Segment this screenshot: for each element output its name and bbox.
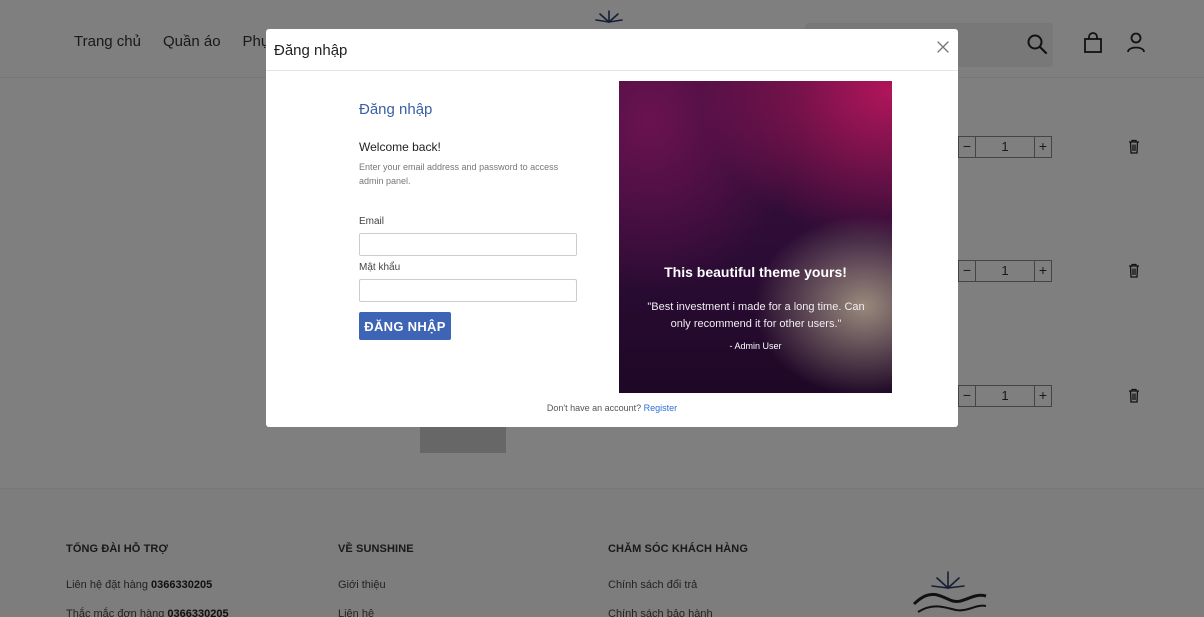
password-field[interactable]: [359, 279, 577, 302]
email-field[interactable]: [359, 233, 577, 256]
form-title: Đăng nhập: [359, 101, 433, 118]
email-label: Email: [359, 216, 385, 227]
promo-panel: This beautiful theme yours! "Best invest…: [619, 81, 892, 393]
login-button[interactable]: ĐĂNG NHẬP: [359, 312, 451, 340]
promo-quote: "Best investment i made for a long time.…: [647, 301, 865, 330]
register-link[interactable]: Register: [644, 403, 678, 413]
login-modal: Đăng nhập Đăng nhập Welcome back! Enter …: [266, 29, 958, 427]
promo-author: - Admin User: [729, 341, 782, 351]
promo-title: This beautiful theme yours!: [664, 264, 847, 280]
register-prompt: Don't have an account? Register: [266, 403, 958, 413]
password-label: Mật khẩu: [359, 262, 401, 273]
register-text: Don't have an account?: [546, 403, 644, 413]
close-icon[interactable]: [936, 40, 950, 54]
login-form: Đăng nhập Welcome back! Enter your email…: [359, 101, 589, 340]
welcome-heading: Welcome back!: [359, 140, 441, 154]
modal-title: Đăng nhập: [274, 42, 348, 59]
modal-header: Đăng nhập: [266, 29, 958, 71]
form-description: Enter your email address and password to…: [359, 162, 559, 186]
